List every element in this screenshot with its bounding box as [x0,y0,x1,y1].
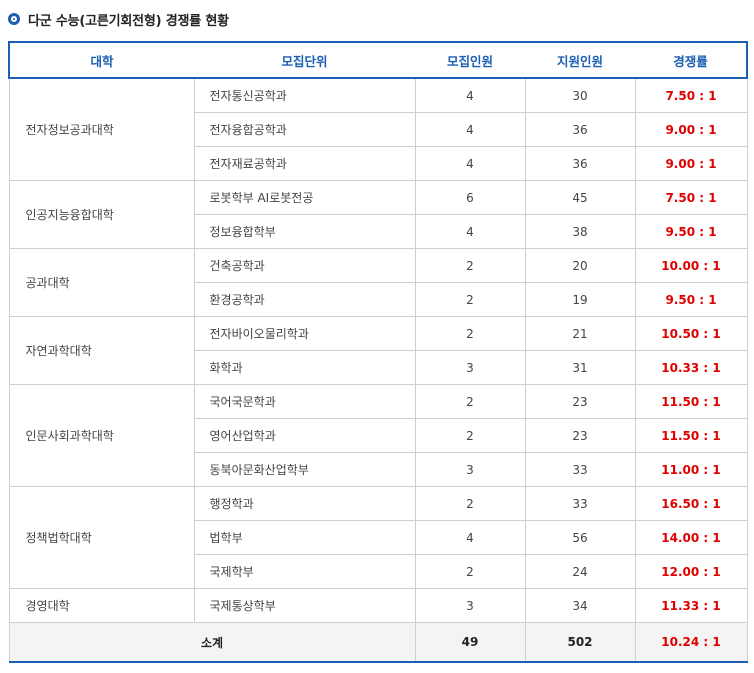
ratio-cell: 16.50 : 1 [634,486,748,521]
college-name: 인공지능융합대학 [8,180,195,249]
table-row: 공과대학 건축공학과 2 20 10.00 : 1 [8,248,748,317]
college-name: 경영대학 [8,588,195,623]
ratio-cell: 11.50 : 1 [634,384,748,419]
unit-name: 로봇학부 AI로봇전공 [193,180,416,215]
unit-name: 영어산업학과 [193,418,416,453]
ratio-cell: 7.50 : 1 [634,77,748,113]
ratio-cell: 12.00 : 1 [634,554,748,589]
ratio-cell: 7.50 : 1 [634,180,748,215]
unit-name: 환경공학과 [193,282,416,317]
table-header-row: 대학 모집단위 모집인원 지원인원 경쟁률 [8,41,748,79]
quota-cell: 3 [414,350,526,385]
section-heading: 다군 수능(고른기회전형) 경쟁률 현황 [8,8,229,30]
applicants-cell: 33 [524,452,636,487]
applicants-cell: 23 [524,384,636,419]
applicants-cell: 45 [524,180,636,215]
college-name: 정책법학대학 [8,486,195,589]
unit-name: 동북아문화산업학부 [193,452,416,487]
applicants-cell: 31 [524,350,636,385]
quota-cell: 6 [414,180,526,215]
total-ratio: 10.24 : 1 [634,622,748,663]
unit-name: 전자융합공학과 [193,112,416,147]
quota-cell: 2 [414,384,526,419]
unit-name: 화학과 [193,350,416,385]
table-row: 정책법학대학 행정학과 2 33 16.50 : 1 [8,486,748,589]
quota-cell: 4 [414,520,526,555]
ratio-cell: 10.50 : 1 [634,316,748,351]
applicants-cell: 36 [524,146,636,181]
quota-cell: 4 [414,146,526,181]
applicants-cell: 23 [524,418,636,453]
unit-name: 전자재료공학과 [193,146,416,181]
unit-name: 국제학부 [193,554,416,589]
unit-name: 전자통신공학과 [193,77,416,113]
total-row: 소계 49 502 10.24 : 1 [8,622,748,663]
table-row: 경영대학 국제통상학부 3 34 11.33 : 1 [8,588,748,623]
applicants-cell: 33 [524,486,636,521]
applicants-cell: 36 [524,112,636,147]
section-title: 다군 수능(고른기회전형) 경쟁률 현황 [28,13,229,29]
college-name: 공과대학 [8,248,195,317]
quota-cell: 2 [414,316,526,351]
column-header-quota: 모집인원 [415,41,525,79]
applicants-cell: 38 [524,214,636,249]
quota-cell: 4 [414,77,526,113]
ratio-cell: 9.00 : 1 [634,112,748,147]
unit-name: 국제통상학부 [193,588,416,623]
quota-cell: 3 [414,452,526,487]
column-header-ratio: 경쟁률 [635,41,748,79]
table-row: 인공지능융합대학 로봇학부 AI로봇전공 6 45 7.50 : 1 [8,180,748,249]
table-row: 인문사회과학대학 국어국문학과 2 23 11.50 : 1 [8,384,748,487]
table-body: 전자정보공과대학 전자통신공학과 4 30 7.50 : 1 전자융합공학과 4 36 9.00… [8,77,748,623]
unit-name: 건축공학과 [193,248,416,283]
college-name: 자연과학대학 [8,316,195,385]
ratio-cell: 11.00 : 1 [634,452,748,487]
column-header-college: 대학 [8,41,194,79]
applicants-cell: 34 [524,588,636,623]
total-applicants: 502 [524,622,636,663]
applicants-cell: 56 [524,520,636,555]
total-quota: 49 [414,622,526,663]
table-row: 전자정보공과대학 전자통신공학과 4 30 7.50 : 1 [8,77,748,181]
unit-name: 전자바이오물리학과 [193,316,416,351]
ratio-cell: 9.00 : 1 [634,146,748,181]
quota-cell: 2 [414,486,526,521]
ratio-cell: 9.50 : 1 [634,214,748,249]
competition-rate-table: 대학 모집단위 모집인원 지원인원 경쟁률 전자정보공과대학 전자통신공학과 4 30… [8,41,748,663]
quota-cell: 2 [414,282,526,317]
college-name: 전자정보공과대학 [8,77,195,181]
ratio-cell: 14.00 : 1 [634,520,748,555]
circle-bullet-icon [8,13,20,25]
quota-cell: 4 [414,214,526,249]
college-name: 인문사회과학대학 [8,384,195,487]
ratio-cell: 11.33 : 1 [634,588,748,623]
ratio-cell: 10.33 : 1 [634,350,748,385]
unit-name: 국어국문학과 [193,384,416,419]
quota-cell: 4 [414,112,526,147]
applicants-cell: 30 [524,77,636,113]
applicants-cell: 24 [524,554,636,589]
quota-cell: 2 [414,418,526,453]
table-row: 자연과학대학 전자바이오물리학과 2 21 10.50 : 1 [8,316,748,385]
unit-name: 행정학과 [193,486,416,521]
ratio-cell: 10.00 : 1 [634,248,748,283]
column-header-unit: 모집단위 [194,41,415,79]
ratio-cell: 11.50 : 1 [634,418,748,453]
quota-cell: 2 [414,554,526,589]
quota-cell: 2 [414,248,526,283]
quota-cell: 3 [414,588,526,623]
unit-name: 법학부 [193,520,416,555]
applicants-cell: 20 [524,248,636,283]
applicants-cell: 21 [524,316,636,351]
applicants-cell: 19 [524,282,636,317]
ratio-cell: 9.50 : 1 [634,282,748,317]
column-header-applicants: 지원인원 [525,41,635,79]
unit-name: 정보융합학부 [193,214,416,249]
total-label: 소계 [8,622,416,663]
